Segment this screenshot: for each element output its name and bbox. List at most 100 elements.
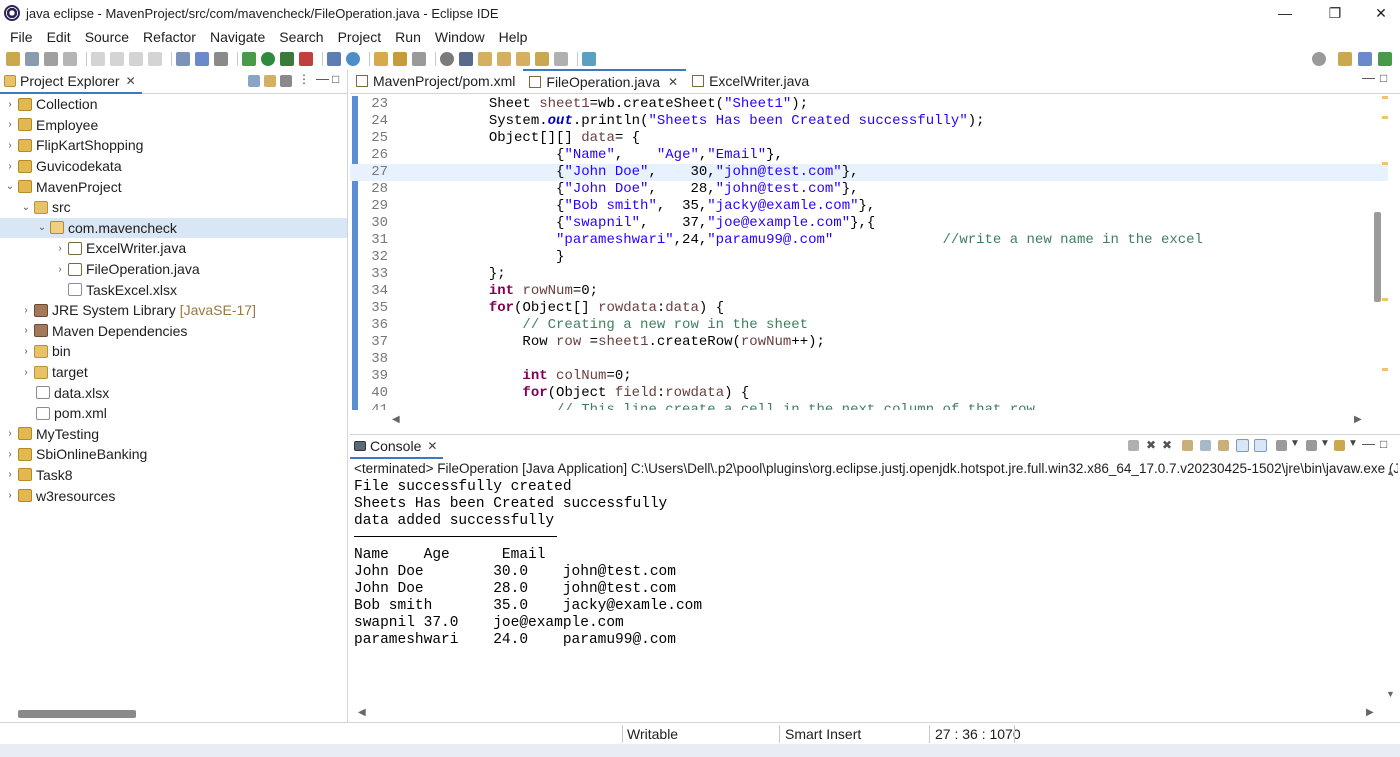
overview-ruler-marker[interactable]	[1382, 368, 1388, 371]
open-type-icon[interactable]	[374, 52, 388, 66]
terminate-icon[interactable]	[129, 52, 143, 66]
status-cursor-position[interactable]: 27 : 36 : 1070	[935, 726, 1021, 742]
vertical-scrollbar-thumb[interactable]	[1374, 212, 1381, 302]
display-selected-console-icon[interactable]	[1306, 440, 1317, 451]
filter-icon[interactable]	[280, 75, 292, 87]
terminate-icon[interactable]	[1128, 440, 1139, 451]
tree-item-bin[interactable]: › bin	[0, 341, 347, 362]
tree-item-task8[interactable]: › Task8	[0, 465, 347, 486]
chevron-right-icon[interactable]: ›	[4, 449, 16, 460]
chevron-right-icon[interactable]: ›	[4, 99, 16, 110]
menu-source[interactable]: Source	[79, 29, 135, 45]
tree-item-data-xlsx[interactable]: data.xlsx	[0, 382, 347, 403]
maximize-view-icon[interactable]: □	[332, 72, 339, 86]
tree-item-taskexcel-xlsx[interactable]: TaskExcel.xlsx	[0, 279, 347, 300]
minimize-view-icon[interactable]: —	[316, 71, 329, 86]
tab-excelwriter-java[interactable]: ExcelWriter.java	[686, 69, 817, 93]
tree-item-flipkartshopping[interactable]: › FlipKartShopping	[0, 135, 347, 156]
chevron-down-icon[interactable]: ▼	[1320, 438, 1330, 449]
overview-ruler-marker[interactable]	[1382, 162, 1388, 165]
show-on-error-icon[interactable]	[1254, 439, 1267, 452]
tab-project-explorer[interactable]: Project Explorer ✕	[0, 70, 142, 94]
overview-ruler-marker[interactable]	[1382, 96, 1388, 99]
forward-icon[interactable]	[554, 52, 568, 66]
tree-item-com-mavencheck[interactable]: ⌄ com.mavencheck	[0, 217, 347, 239]
menu-edit[interactable]: Edit	[41, 29, 77, 45]
annotation-icon[interactable]	[459, 52, 473, 66]
toggle-mark-icon[interactable]	[176, 52, 190, 66]
chevron-right-icon[interactable]: ›	[4, 428, 16, 439]
view-menu-icon[interactable]: ⋮	[298, 72, 310, 86]
show-whitespace-icon[interactable]	[214, 52, 228, 66]
step-icon[interactable]	[91, 52, 105, 66]
debug-icon[interactable]	[242, 52, 256, 66]
tree-item-w3resources[interactable]: › w3resources	[0, 485, 347, 506]
chevron-right-icon[interactable]: ›	[4, 490, 16, 501]
debug-perspective-icon[interactable]	[1378, 52, 1392, 66]
minimize-button[interactable]: —	[1262, 0, 1308, 26]
menu-window[interactable]: Window	[429, 29, 491, 45]
chevron-right-icon[interactable]: ›	[20, 367, 32, 378]
link-editor-icon[interactable]	[264, 75, 276, 87]
menu-help[interactable]: Help	[493, 29, 534, 45]
overview-ruler-marker[interactable]	[1382, 116, 1388, 119]
close-icon[interactable]: ✕	[668, 75, 678, 89]
scroll-left-icon[interactable]: ◀	[392, 414, 400, 425]
suspend-icon[interactable]	[110, 52, 124, 66]
print-icon[interactable]	[63, 52, 77, 66]
open-task-icon[interactable]	[393, 52, 407, 66]
chevron-right-icon[interactable]: ›	[4, 140, 16, 151]
chevron-right-icon[interactable]: ›	[54, 264, 66, 275]
tree-item-target[interactable]: › target	[0, 362, 347, 383]
maximize-button[interactable]: ❐	[1312, 0, 1358, 26]
globe-icon[interactable]	[440, 52, 454, 66]
new-java-project-icon[interactable]	[327, 52, 341, 66]
tree-item-maven-dependencies[interactable]: › Maven Dependencies	[0, 321, 347, 342]
back-icon[interactable]	[535, 52, 549, 66]
chevron-right-icon[interactable]: ›	[4, 161, 16, 172]
scroll-right-icon[interactable]: ▶	[1366, 707, 1374, 718]
chevron-right-icon[interactable]: ›	[20, 325, 32, 336]
scroll-down-icon[interactable]: ▼	[1386, 689, 1395, 699]
tree-item-sbionlinebanking[interactable]: › SbiOnlineBanking	[0, 444, 347, 465]
menu-run[interactable]: Run	[389, 29, 427, 45]
close-icon[interactable]: ✕	[126, 74, 136, 88]
menu-refactor[interactable]: Refactor	[137, 29, 202, 45]
chevron-right-icon[interactable]: ›	[4, 469, 16, 480]
new-icon[interactable]	[6, 52, 20, 66]
open-console-icon[interactable]	[1334, 440, 1345, 451]
clear-console-icon[interactable]	[1182, 440, 1193, 451]
scroll-up-icon[interactable]: ▲	[1386, 467, 1395, 477]
word-wrap-icon[interactable]	[1218, 440, 1229, 451]
tab-pom-xml[interactable]: MavenProject/pom.xml	[350, 69, 523, 93]
tree-item-src[interactable]: ⌄ src	[0, 197, 347, 218]
tree-item-fileoperation-java[interactable]: › FileOperation.java	[0, 259, 347, 280]
tree-item-excelwriter-java[interactable]: › ExcelWriter.java	[0, 238, 347, 259]
tree-item-collection[interactable]: › Collection	[0, 94, 347, 115]
code-text-area[interactable]: 23 Sheet sheet1=wb.createSheet("Sheet1")…	[350, 96, 1388, 410]
tree-item-guvicodekata[interactable]: › Guvicodekata	[0, 156, 347, 177]
minimize-view-icon[interactable]: —	[1362, 436, 1375, 451]
status-insert-mode[interactable]: Smart Insert	[785, 726, 861, 742]
chevron-down-icon[interactable]: ▼	[1290, 438, 1300, 449]
disconnect-icon[interactable]	[148, 52, 162, 66]
horizontal-scrollbar[interactable]	[18, 710, 136, 718]
save-all-icon[interactable]	[44, 52, 58, 66]
open-perspective-icon[interactable]	[1338, 52, 1352, 66]
chevron-down-icon[interactable]: ⌄	[36, 222, 48, 233]
maximize-view-icon[interactable]: □	[1380, 437, 1387, 451]
remove-launch-icon[interactable]: ✖	[1146, 438, 1156, 452]
scroll-right-icon[interactable]: ▶	[1354, 414, 1362, 425]
tree-item-mytesting[interactable]: › MyTesting	[0, 424, 347, 445]
tree-item-jre-system-library[interactable]: › JRE System Library [JavaSE-17]	[0, 300, 347, 321]
show-on-output-icon[interactable]	[1236, 439, 1249, 452]
tree-item-mavenproject[interactable]: ⌄ MavenProject	[0, 176, 347, 197]
menu-file[interactable]: File	[4, 29, 39, 45]
last-edit-icon[interactable]	[516, 52, 530, 66]
pin-editor-icon[interactable]	[582, 52, 596, 66]
run-icon[interactable]	[261, 52, 275, 66]
scroll-lock-icon[interactable]	[1200, 440, 1211, 451]
tree-item-employee[interactable]: › Employee	[0, 115, 347, 136]
next-annotation-icon[interactable]	[478, 52, 492, 66]
collapse-all-icon[interactable]	[248, 75, 260, 87]
